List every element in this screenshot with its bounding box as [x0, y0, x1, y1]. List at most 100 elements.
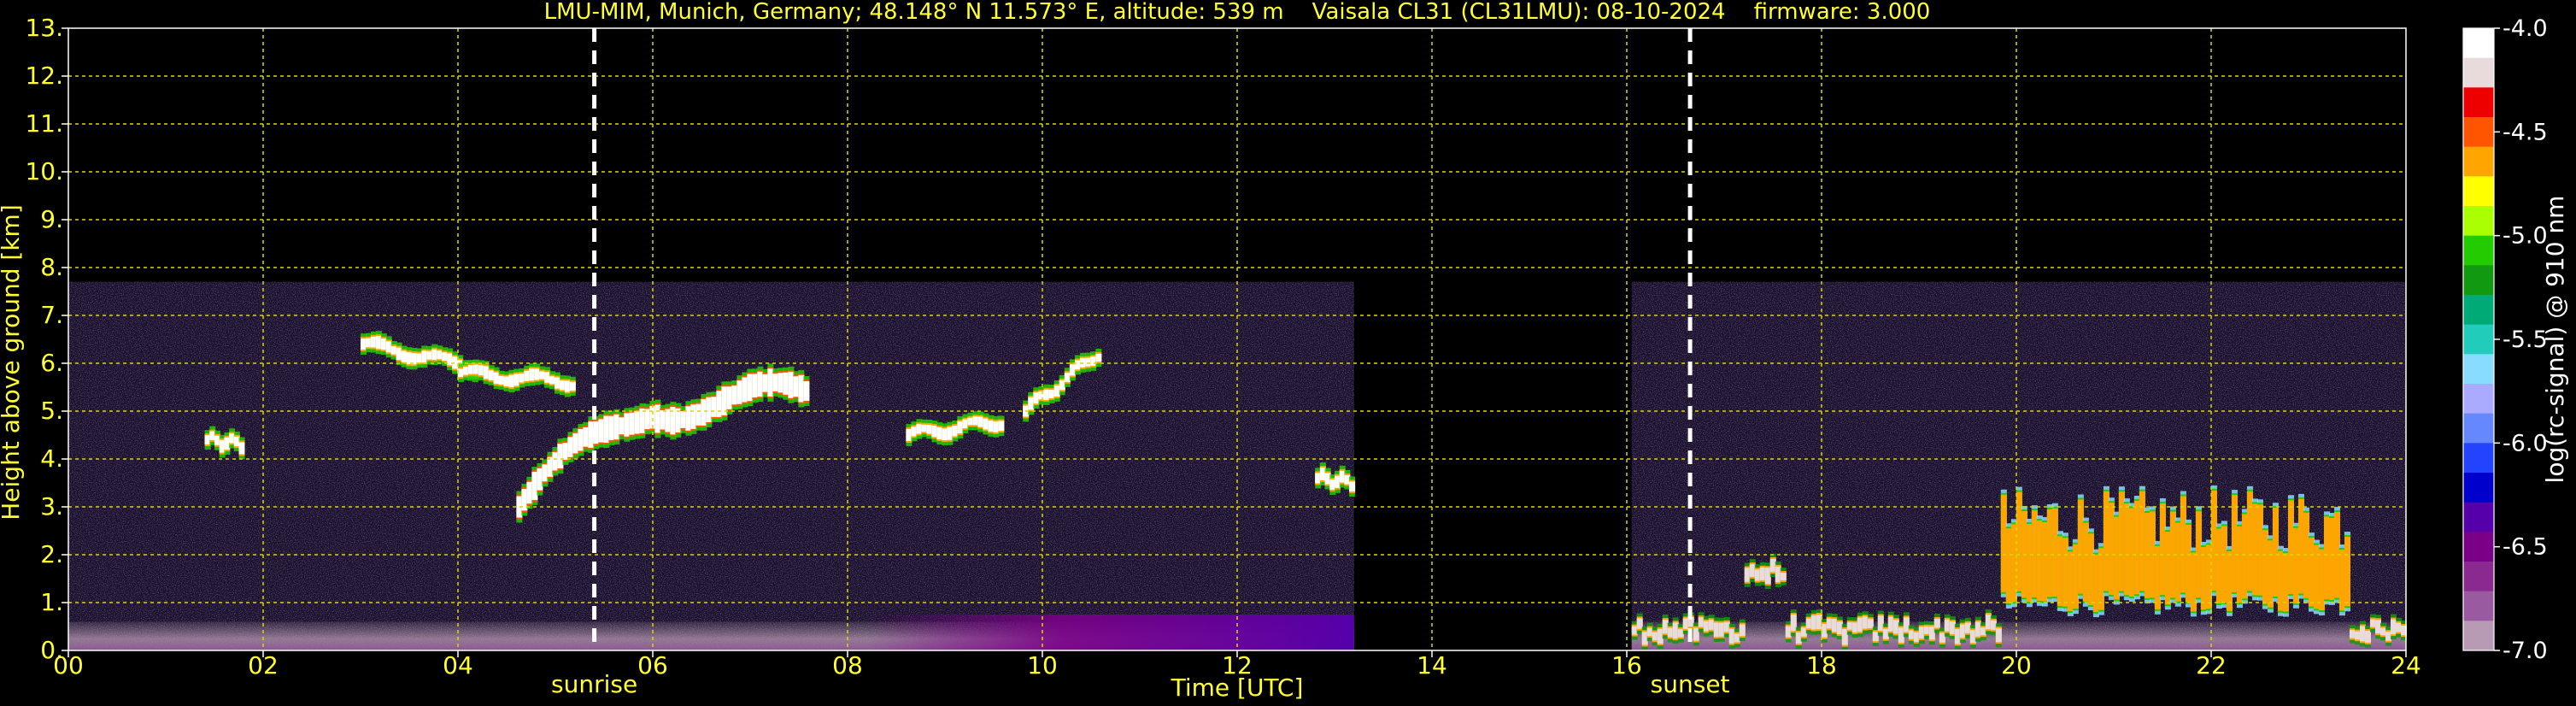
feature-core [1785, 626, 1792, 638]
event-label-sunset: sunset [1651, 670, 1730, 698]
feature-core [1734, 633, 1740, 643]
feature-core [757, 371, 764, 397]
feature-core [613, 414, 620, 440]
feature-core [2092, 554, 2099, 613]
feature-core [2374, 620, 2381, 634]
feature-core [1836, 621, 1843, 635]
feature-core [552, 451, 559, 471]
feature-core [2200, 546, 2207, 610]
colorbar-segment [2463, 235, 2494, 266]
x-tick-label: 02 [248, 651, 279, 680]
colorbar-segment [2463, 384, 2494, 415]
feature-core [1790, 614, 1797, 632]
feature-core [1698, 617, 1705, 627]
feature-core [1851, 622, 1858, 632]
feature-core [1043, 389, 1050, 401]
feature-core [2082, 522, 2089, 602]
y-tick-label: 10. [25, 157, 63, 185]
feature-core [1085, 357, 1092, 367]
colorbar-segment [2463, 87, 2494, 118]
feature-core [798, 374, 805, 403]
feature-core [1754, 569, 1761, 581]
colorbar-segment [2463, 117, 2494, 148]
feature-core [1949, 621, 1956, 634]
colorbar-segment [2463, 146, 2494, 177]
feature-core [957, 421, 964, 434]
feature-core [2231, 495, 2238, 592]
feature-core [1908, 630, 1915, 639]
feature-core [1933, 619, 1940, 628]
feature-core [1903, 617, 1910, 632]
feature-core [2328, 518, 2335, 600]
feature-core [680, 411, 687, 428]
feature-core [537, 468, 543, 491]
colorbar-tick-label: -4.5 [2503, 119, 2548, 145]
feature-core [2262, 530, 2268, 604]
feature-core [962, 419, 969, 429]
feature-core [972, 416, 979, 426]
feature-core [2133, 501, 2140, 595]
colorbar-segment [2463, 443, 2494, 474]
feature-core [2098, 548, 2104, 610]
feature-core [1959, 624, 1966, 638]
colorbar-segment [2463, 621, 2494, 651]
x-tick-label: 18 [1806, 651, 1837, 680]
feature-core [1646, 627, 1653, 637]
feature-core [1990, 620, 1997, 630]
feature-core [926, 424, 933, 434]
feature-core [2159, 503, 2166, 596]
feature-core [911, 427, 918, 437]
feature-core [2344, 537, 2350, 607]
feature-core [2395, 622, 2402, 632]
feature-core [619, 417, 625, 435]
feature-core [2087, 533, 2094, 605]
feature-core [2077, 499, 2084, 594]
y-tick-label: 12. [25, 62, 63, 90]
feature-core [1713, 622, 1720, 637]
feature-core [993, 421, 1000, 432]
feature-core [716, 391, 723, 417]
feature-core [2251, 503, 2258, 596]
x-axis-label: Time [UTC] [1171, 674, 1304, 702]
feature-core [1662, 619, 1669, 634]
feature-core [1923, 626, 1930, 634]
feature-core [931, 426, 938, 438]
feature-core [762, 374, 769, 392]
feature-core [1892, 620, 1899, 634]
feature-core [952, 426, 959, 437]
feature-core [947, 427, 954, 440]
y-tick-label: 2. [40, 540, 63, 568]
feature-core [2338, 550, 2345, 611]
feature-core [598, 419, 605, 443]
feature-core [967, 417, 974, 426]
x-tick-label: 08 [832, 651, 863, 680]
feature-core [1857, 617, 1863, 632]
feature-core [1657, 629, 1664, 644]
y-tick-label: 4. [40, 444, 63, 473]
feature-core [2164, 532, 2171, 605]
feature-core [2303, 512, 2309, 598]
colorbar-segment [2463, 206, 2494, 237]
feature-core [752, 374, 759, 398]
feature-core [1872, 632, 1879, 642]
colorbar-tick-label: -4.0 [2503, 15, 2548, 42]
feature-core [1980, 627, 1986, 636]
x-tick-label: 04 [443, 651, 473, 680]
feature-core [1636, 618, 1643, 629]
feature-core [1718, 622, 1725, 637]
feature-core [2051, 508, 2058, 597]
ceilometer-chart: sunrise sunset 00 02 04 06 08 10 12 14 16 18 20 22 24… [0, 0, 2569, 702]
feature-core [1810, 615, 1817, 630]
feature-core [557, 444, 564, 469]
y-tick-label: 9. [40, 205, 63, 233]
feature-core [2241, 514, 2248, 599]
feature-core [1064, 373, 1071, 382]
feature-core [2359, 626, 2366, 642]
feature-core [1759, 567, 1766, 580]
feature-core [921, 424, 928, 432]
feature-core [1867, 619, 1874, 628]
feature-core [2144, 513, 2151, 598]
feature-core [1744, 568, 1751, 582]
feature-core [1898, 627, 1904, 643]
feature-core [238, 442, 245, 455]
